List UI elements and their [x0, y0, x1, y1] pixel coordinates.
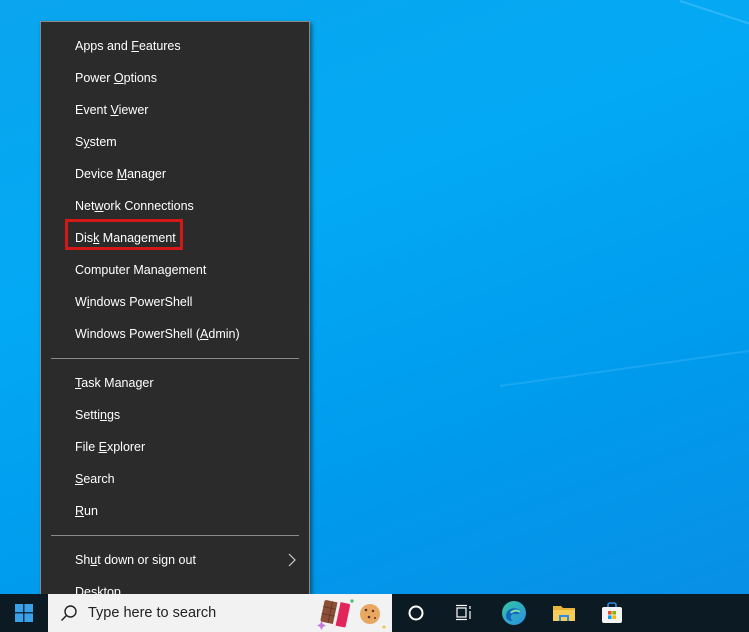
menu-item-label: Disk Management	[75, 231, 176, 245]
taskbar: Type here to search	[0, 594, 749, 632]
edge-icon	[502, 601, 526, 625]
menu-item-label: Power Options	[75, 71, 157, 85]
wallpaper-streak	[679, 0, 749, 40]
menu-item-device-manager[interactable]: Device Manager	[41, 158, 309, 190]
file-explorer-button[interactable]	[540, 594, 588, 632]
menu-item-label: Apps and Features	[75, 39, 181, 53]
menu-item-task-manager[interactable]: Task Manager	[41, 367, 309, 399]
taskbar-search-box[interactable]: Type here to search	[48, 594, 392, 632]
cortana-circle-icon	[408, 605, 424, 621]
task-view-icon	[456, 604, 471, 621]
start-button[interactable]	[0, 594, 48, 632]
task-view-button[interactable]	[440, 594, 488, 632]
menu-item-windows-powershell[interactable]: Windows PowerShell	[41, 286, 309, 318]
menu-item-label: Task Manager	[75, 376, 154, 390]
menu-item-computer-management[interactable]: Computer Management	[41, 254, 309, 286]
search-placeholder: Type here to search	[88, 605, 217, 621]
windows-logo-icon	[15, 604, 33, 622]
menu-item-search[interactable]: Search	[41, 463, 309, 495]
access-key: M	[116, 167, 128, 181]
access-key: R	[75, 504, 85, 518]
menu-item-label: Windows PowerShell (Admin)	[75, 327, 240, 341]
access-key: n	[100, 408, 107, 422]
access-key: g	[164, 263, 172, 277]
menu-item-label: Device Manager	[75, 167, 167, 181]
cortana-button[interactable]	[392, 594, 440, 632]
menu-item-system[interactable]: System	[41, 126, 309, 158]
menu-item-network-connections[interactable]: Network Connections	[41, 190, 309, 222]
chevron-right-icon	[288, 553, 296, 567]
menu-item-label: Network Connections	[75, 199, 194, 213]
menu-item-power-options[interactable]: Power Options	[41, 62, 309, 94]
menu-item-run[interactable]: Run	[41, 495, 309, 527]
search-highlight-chocolate-cookie-icon[interactable]	[312, 596, 388, 630]
access-key: F	[131, 39, 139, 53]
menu-item-label: Settings	[75, 408, 121, 422]
store-bag-icon	[602, 602, 622, 623]
menu-item-label: System	[75, 135, 117, 149]
menu-separator	[51, 358, 299, 359]
microsoft-store-button[interactable]	[588, 594, 636, 632]
quick-link-menu: Apps and Features Power Options Event View…	[40, 21, 310, 601]
menu-item-label: File Explorer	[75, 440, 146, 454]
menu-item-label: Run	[75, 504, 98, 518]
menu-item-label: Search	[75, 472, 115, 486]
access-key: V	[110, 103, 119, 117]
menu-item-label: Event Viewer	[75, 103, 149, 117]
menu-separator	[51, 535, 299, 536]
menu-item-label: Computer Management	[75, 263, 207, 277]
access-key: E	[98, 440, 107, 454]
wallpaper-streak	[499, 348, 749, 387]
menu-item-windows-powershell-admin[interactable]: Windows PowerShell (Admin)	[41, 318, 309, 350]
menu-item-apps-and-features[interactable]: Apps and Features	[41, 30, 309, 62]
menu-item-settings[interactable]: Settings	[41, 399, 309, 431]
menu-item-file-explorer[interactable]: File Explorer	[41, 431, 309, 463]
access-key: O	[113, 71, 124, 85]
menu-item-disk-management[interactable]: Disk Management	[41, 222, 309, 254]
menu-item-shut-down-or-sign-out[interactable]: Shut down or sign out	[41, 544, 309, 576]
menu-item-label: Windows PowerShell	[75, 295, 193, 309]
search-icon	[60, 605, 77, 622]
menu-item-event-viewer[interactable]: Event Viewer	[41, 94, 309, 126]
edge-button[interactable]	[490, 594, 538, 632]
folder-icon	[553, 606, 575, 621]
menu-item-label: Shut down or sign out	[75, 553, 196, 567]
